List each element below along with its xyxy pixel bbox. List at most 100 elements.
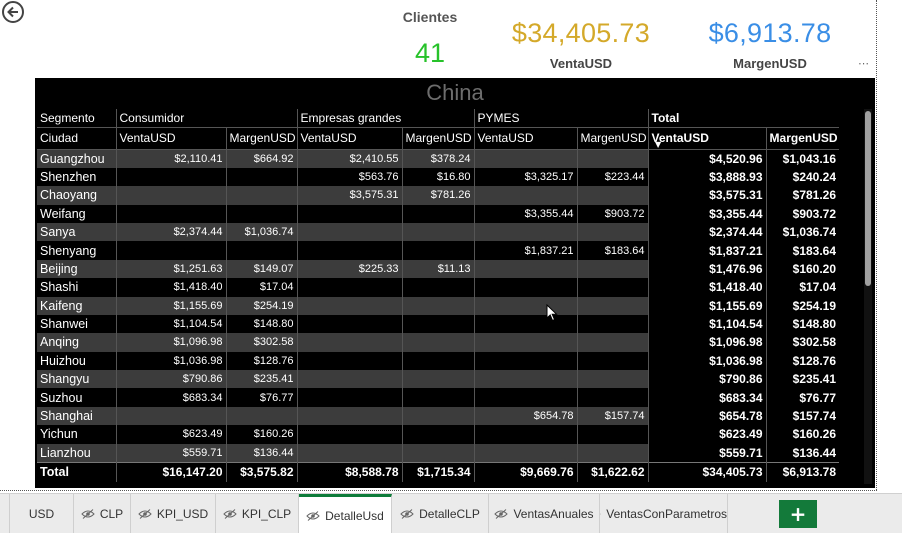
total-value-cell[interactable]: $1,036.74 [765, 222, 840, 242]
value-cell[interactable]: $128.76 [225, 351, 298, 371]
table-row[interactable]: Shanghai $654.78 $157.74 $654.78 $157.74 [37, 406, 840, 426]
ciudad-header[interactable]: Ciudad [37, 127, 116, 150]
value-cell[interactable]: $2,110.41 [115, 149, 226, 168]
value-cell[interactable]: $1,251.63 [115, 259, 226, 279]
value-cell[interactable]: $235.41 [225, 370, 298, 389]
city-cell[interactable]: Anqing [37, 333, 116, 352]
value-cell[interactable]: $1,036.74 [225, 222, 298, 242]
value-cell[interactable]: $654.78 [473, 406, 578, 426]
value-cell[interactable] [296, 204, 403, 223]
total-header[interactable]: Total [647, 109, 840, 128]
total-value-cell[interactable]: $903.72 [765, 204, 840, 223]
value-cell[interactable]: $3,325.17 [473, 167, 578, 187]
value-cell[interactable] [473, 333, 578, 352]
city-cell[interactable]: Sanya [37, 222, 116, 242]
value-cell[interactable] [401, 443, 475, 463]
venta-card-value[interactable]: $34,405.73 [500, 18, 662, 49]
value-cell[interactable] [296, 296, 403, 315]
value-cell[interactable]: $225.33 [296, 259, 403, 279]
value-cell[interactable]: $17.04 [225, 278, 298, 297]
clientes-card-value[interactable]: 41 [380, 38, 480, 69]
value-cell[interactable] [296, 314, 403, 334]
value-cell[interactable]: $3,355.44 [473, 204, 578, 223]
total-value-cell[interactable]: $790.86 [647, 370, 767, 389]
value-cell[interactable] [401, 388, 475, 407]
value-cell[interactable] [296, 406, 403, 426]
total-value-cell[interactable]: $183.64 [765, 241, 840, 260]
value-cell[interactable]: $16.80 [401, 167, 475, 187]
column-header[interactable]: MargenUSD [225, 127, 298, 150]
value-cell[interactable]: $1,418.40 [115, 278, 226, 297]
value-cell[interactable] [576, 425, 649, 444]
total-value-cell[interactable]: $1,837.21 [647, 241, 767, 260]
value-cell[interactable]: $559.71 [115, 443, 226, 463]
table-row[interactable]: Sanya $2,374.44 $1,036.74 $2,374.44 $1,036.7… [37, 222, 840, 242]
table-row[interactable]: Anqing $1,096.98 $302.58 $1,096.98 $302.58 [37, 333, 840, 352]
tab-kpi_clp[interactable]: KPI_CLP [216, 494, 299, 533]
value-cell[interactable] [225, 186, 298, 205]
value-cell[interactable]: $302.58 [225, 333, 298, 352]
value-cell[interactable] [473, 278, 578, 297]
table-row[interactable]: Beijing $1,251.63 $149.07 $225.33 $11.13 $1,4… [37, 259, 840, 279]
city-cell[interactable]: Beijing [37, 259, 116, 279]
value-cell[interactable] [115, 406, 226, 426]
value-cell[interactable] [576, 388, 649, 407]
value-cell[interactable]: $781.26 [401, 186, 475, 205]
value-cell[interactable]: $254.19 [225, 296, 298, 315]
value-cell[interactable]: $76.77 [225, 388, 298, 407]
city-cell[interactable]: Lianzhou [37, 443, 116, 463]
tab-usd[interactable]: USD [10, 494, 74, 533]
total-value-cell[interactable]: $1,036.98 [647, 351, 767, 371]
back-button[interactable] [2, 1, 24, 23]
value-cell[interactable] [401, 278, 475, 297]
table-row[interactable]: Shashi $1,418.40 $17.04 $1,418.40 $17.04 [37, 278, 840, 297]
total-value-cell[interactable]: $302.58 [765, 333, 840, 352]
total-value-cell[interactable]: $2,374.44 [647, 222, 767, 242]
value-cell[interactable] [401, 406, 475, 426]
tab-ventasanuales[interactable]: VentasAnuales [489, 494, 600, 533]
value-cell[interactable]: $183.64 [576, 241, 649, 260]
value-cell[interactable]: $160.26 [225, 425, 298, 444]
value-cell[interactable]: $903.72 [576, 204, 649, 223]
value-cell[interactable]: $2,410.55 [296, 149, 403, 168]
value-cell[interactable] [296, 388, 403, 407]
value-cell[interactable] [296, 351, 403, 371]
column-header[interactable]: VentaUSD [296, 127, 403, 150]
total-cell[interactable]: $8,588.78 [296, 461, 403, 483]
value-cell[interactable] [401, 222, 475, 242]
total-value-cell[interactable]: $160.26 [765, 425, 840, 444]
total-value-cell[interactable]: $623.49 [647, 425, 767, 444]
value-cell[interactable] [401, 333, 475, 352]
total-value-cell[interactable]: $1,043.16 [765, 149, 840, 168]
total-value-cell[interactable]: $17.04 [765, 278, 840, 297]
city-cell[interactable]: Huizhou [37, 352, 116, 370]
city-cell[interactable]: Shenyang [37, 241, 116, 259]
city-cell[interactable]: Shenzhen [37, 168, 116, 186]
value-cell[interactable] [473, 222, 578, 242]
value-cell[interactable] [576, 149, 649, 168]
value-cell[interactable]: $623.49 [115, 425, 226, 444]
table-row[interactable]: Huizhou $1,036.98 $128.76 $1,036.98 $128.76 [37, 351, 840, 371]
total-value-cell[interactable]: $136.44 [765, 443, 840, 463]
value-cell[interactable] [296, 241, 403, 260]
city-cell[interactable]: Shanwei [37, 315, 116, 333]
consumidor-header[interactable]: Consumidor [115, 109, 298, 128]
city-cell[interactable]: Shangyu [37, 370, 116, 389]
total-value-cell[interactable]: $1,096.98 [647, 333, 767, 352]
value-cell[interactable] [296, 425, 403, 444]
table-row[interactable]: Yichun $623.49 $160.26 $623.49 $160.26 [37, 425, 840, 444]
value-cell[interactable] [576, 278, 649, 297]
total-cell[interactable]: $1,715.34 [401, 461, 475, 483]
value-cell[interactable] [473, 186, 578, 205]
total-value-cell[interactable]: $3,575.31 [647, 186, 767, 205]
value-cell[interactable]: $1,096.98 [115, 333, 226, 352]
value-cell[interactable] [296, 222, 403, 242]
total-value-cell[interactable]: $235.41 [765, 370, 840, 389]
total-value-cell[interactable]: $683.34 [647, 388, 767, 407]
value-cell[interactable]: $563.76 [296, 167, 403, 187]
value-cell[interactable] [576, 259, 649, 279]
add-page-button[interactable]: + [779, 500, 817, 528]
tab-ventasconparametros[interactable]: VentasConParametros [600, 494, 728, 533]
table-row[interactable]: Shenzhen $563.76 $16.80 $3,325.17 $223.44 $3,… [37, 167, 840, 187]
city-cell[interactable]: Chaoyang [37, 186, 116, 205]
